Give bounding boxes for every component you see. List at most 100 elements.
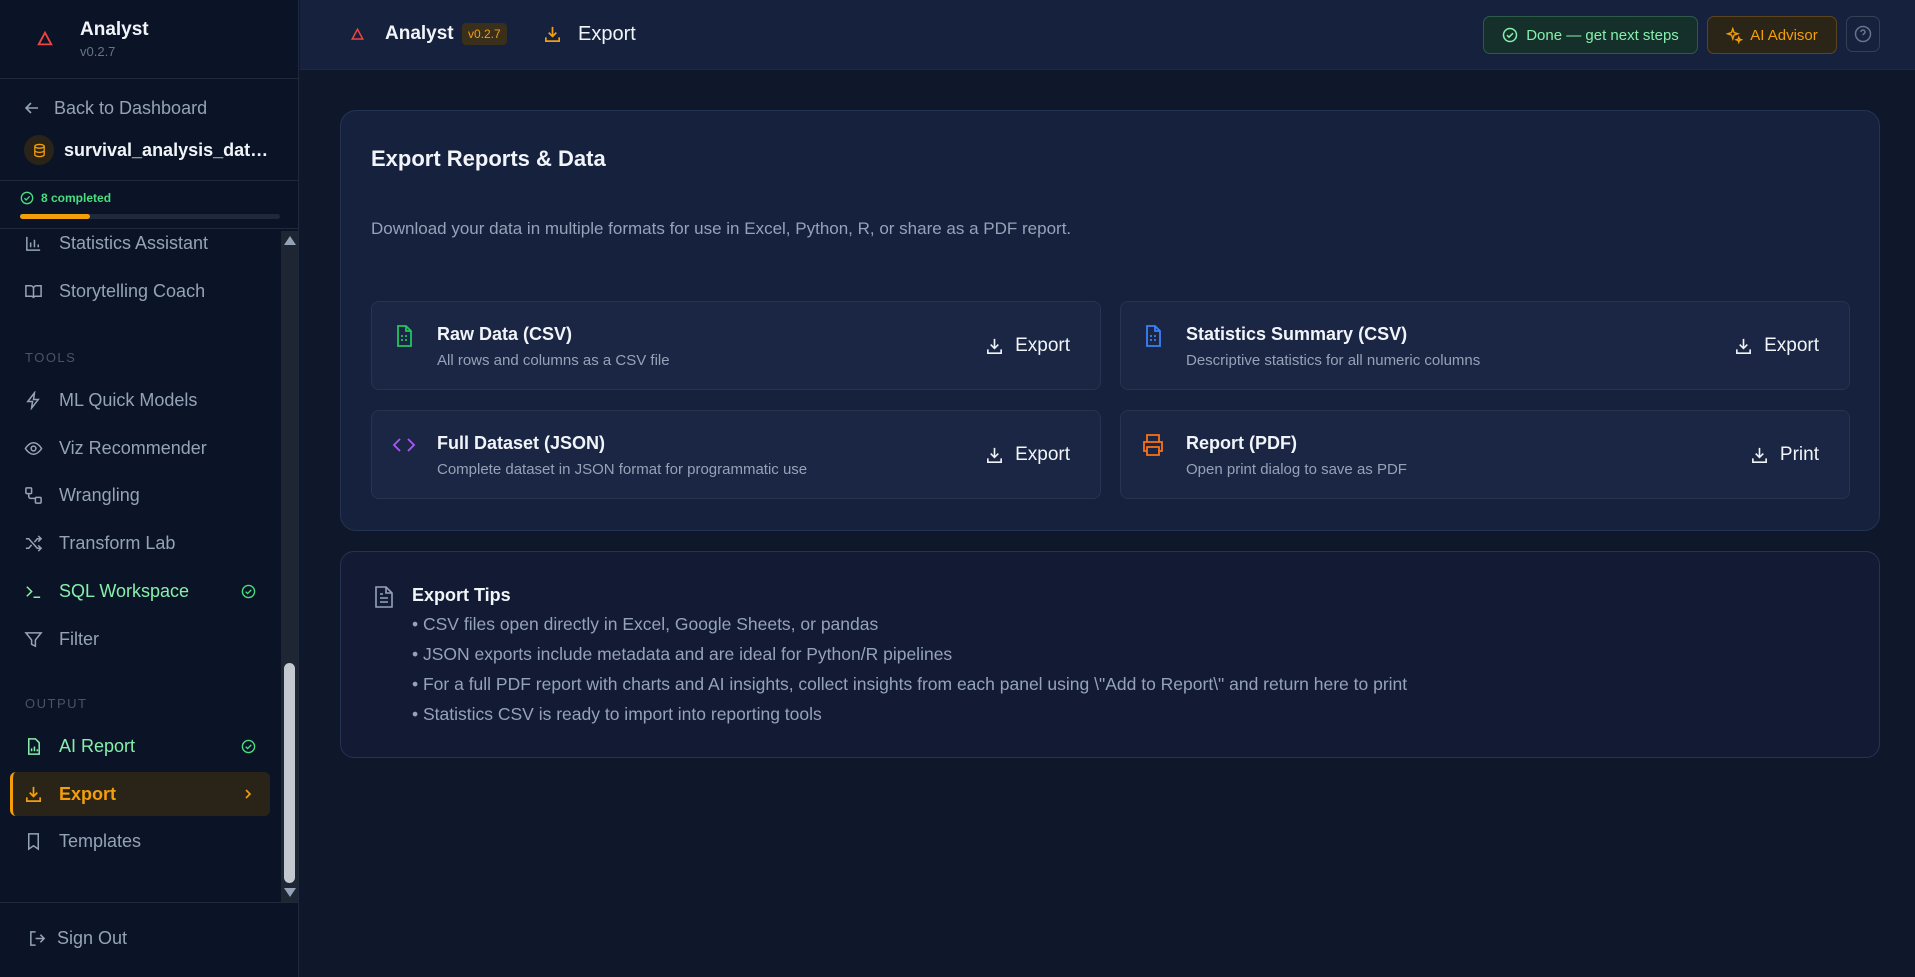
- check-circle-icon: [241, 739, 256, 754]
- sidebar-item-label: Templates: [59, 830, 142, 851]
- sidebar-item-ai-report[interactable]: AI Report: [10, 724, 270, 768]
- sidebar-item-label: Storytelling Coach: [59, 280, 206, 301]
- export-title: Full Dataset (JSON): [437, 433, 606, 453]
- progress-label: 8 completed: [41, 191, 112, 205]
- dataset-name: survival_analysis_dataset.csv: [64, 139, 274, 160]
- sidebar-item-templates[interactable]: Templates: [10, 819, 270, 863]
- logo-icon: [350, 27, 365, 40]
- page-title: Export: [578, 23, 636, 45]
- export-card: Export Reports & Data Download your data…: [340, 110, 1880, 531]
- help-button[interactable]: [1846, 16, 1880, 52]
- export-title: Statistics Summary (CSV): [1186, 324, 1408, 344]
- export-json-button[interactable]: Export: [985, 438, 1070, 472]
- sidebar-item-transform-lab[interactable]: Transform Lab: [10, 521, 270, 565]
- sign-out-icon: [30, 931, 46, 946]
- version-badge: v0.2.7: [462, 23, 507, 45]
- workflow-icon: [25, 486, 42, 504]
- check-circle-icon: [1502, 27, 1518, 43]
- sidebar-item-label: Transform Lab: [59, 532, 176, 553]
- export-button-label: Export: [1764, 335, 1819, 356]
- help-circle-icon: [1854, 25, 1872, 43]
- sidebar-item-label: Wrangling: [59, 484, 140, 505]
- divider: [0, 180, 299, 181]
- export-statistics-csv-button[interactable]: Export: [1734, 329, 1819, 363]
- section-label-tools: TOOLS: [25, 350, 77, 365]
- export-subtitle: Descriptive statistics for all numeric c…: [1186, 352, 1481, 369]
- sidebar-item-filter[interactable]: Filter: [10, 617, 270, 661]
- sidebar-scrollbar[interactable]: [281, 231, 298, 902]
- export-option-statistics-csv: Statistics Summary (CSV) Descriptive sta…: [1120, 301, 1850, 390]
- export-button-label: Export: [1015, 444, 1070, 465]
- card-title: Export Reports & Data: [371, 146, 606, 171]
- scrollbar-thumb[interactable]: [284, 663, 295, 883]
- ai-advisor-button[interactable]: AI Advisor: [1707, 16, 1837, 54]
- progress-bar: [20, 214, 280, 219]
- sidebar-item-label: AI Report: [59, 735, 136, 756]
- export-raw-csv-button[interactable]: Export: [985, 329, 1070, 363]
- export-option-pdf: Report (PDF) Open print dialog to save a…: [1120, 410, 1850, 499]
- done-next-steps-button[interactable]: Done — get next steps: [1483, 16, 1698, 54]
- brand-name: Analyst: [80, 19, 149, 40]
- sidebar-item-wrangling[interactable]: Wrangling: [10, 473, 270, 517]
- export-subtitle: Open print dialog to save as PDF: [1186, 461, 1407, 478]
- download-icon: [544, 26, 561, 43]
- sidebar-item-label: Statistics Assistant: [59, 232, 209, 253]
- card-description: Download your data in multiple formats f…: [371, 219, 1072, 238]
- tip-line: • For a full PDF report with charts and …: [412, 674, 1408, 694]
- filter-icon: [24, 631, 43, 647]
- chevron-right-icon: [245, 789, 252, 799]
- tip-line: • CSV files open directly in Excel, Goog…: [412, 614, 879, 634]
- sign-out-label: Sign Out: [57, 928, 128, 948]
- sparkles-icon: [1726, 26, 1744, 44]
- print-pdf-button[interactable]: Print: [1750, 438, 1819, 472]
- printer-icon: [1143, 434, 1163, 456]
- top-bar: Analyst v0.2.7 Export Done — get next st…: [300, 0, 1915, 70]
- sidebar-item-label: ML Quick Models: [59, 389, 198, 410]
- section-label-output: OUTPUT: [25, 696, 88, 711]
- file-spreadsheet-icon: [397, 325, 412, 347]
- tip-line: • Statistics CSV is ready to import into…: [412, 704, 822, 724]
- brand-header: Analyst v0.2.7: [0, 0, 299, 79]
- arrow-left-icon: [24, 102, 38, 114]
- report-icon: [27, 737, 40, 755]
- export-option-json: Full Dataset (JSON) Complete dataset in …: [371, 410, 1101, 499]
- download-icon: [987, 447, 1003, 463]
- export-title: Raw Data (CSV): [437, 324, 573, 344]
- sidebar-item-storytelling-coach[interactable]: Storytelling Coach: [10, 269, 270, 313]
- export-subtitle: Complete dataset in JSON format for prog…: [437, 461, 808, 478]
- bar-chart-icon: [26, 236, 41, 251]
- scroll-down-arrow-icon[interactable]: [284, 888, 296, 897]
- database-icon: [24, 135, 54, 165]
- sidebar: Analyst v0.2.7 Back to Dashboard surviva…: [0, 0, 299, 977]
- export-button-label: Print: [1779, 444, 1819, 465]
- file-spreadsheet-icon: [1146, 325, 1161, 347]
- export-subtitle: All rows and columns as a CSV file: [437, 352, 670, 369]
- scroll-up-arrow-icon[interactable]: [284, 236, 296, 245]
- download-icon: [1751, 447, 1767, 463]
- sidebar-item-viz-recommender[interactable]: Viz Recommender: [10, 426, 270, 470]
- shuffle-icon: [25, 534, 43, 552]
- sidebar-item-statistics-assistant[interactable]: Statistics Assistant: [10, 229, 270, 265]
- back-label: Back to Dashboard: [54, 97, 208, 118]
- back-to-dashboard-link[interactable]: Back to Dashboard: [24, 95, 207, 121]
- download-icon: [1736, 338, 1752, 354]
- dataset-selector[interactable]: survival_analysis_dataset.csv: [24, 134, 274, 166]
- export-title: Report (PDF): [1186, 433, 1297, 453]
- export-option-raw-csv: Raw Data (CSV) All rows and columns as a…: [371, 301, 1101, 390]
- brand-version: v0.2.7: [80, 44, 116, 59]
- sidebar-item-ml-quick-models[interactable]: ML Quick Models: [10, 378, 270, 422]
- ai-button-label: AI Advisor: [1750, 26, 1818, 44]
- eye-icon: [24, 441, 43, 455]
- sign-out-button[interactable]: Sign Out: [28, 928, 127, 949]
- sidebar-item-label: Export: [59, 783, 117, 804]
- sidebar-nav: Statistics Assistant Storytelling Coach …: [0, 229, 299, 902]
- sidebar-item-sql-workspace[interactable]: SQL Workspace: [10, 569, 270, 613]
- app-name: Analyst: [385, 23, 454, 44]
- terminal-icon: [26, 585, 41, 598]
- divider: [0, 902, 299, 903]
- export-button-label: Export: [1015, 335, 1070, 356]
- code-icon: [392, 438, 416, 452]
- sidebar-item-export[interactable]: Export: [10, 772, 270, 816]
- sidebar-item-label: SQL Workspace: [59, 580, 190, 601]
- download-icon: [25, 786, 42, 802]
